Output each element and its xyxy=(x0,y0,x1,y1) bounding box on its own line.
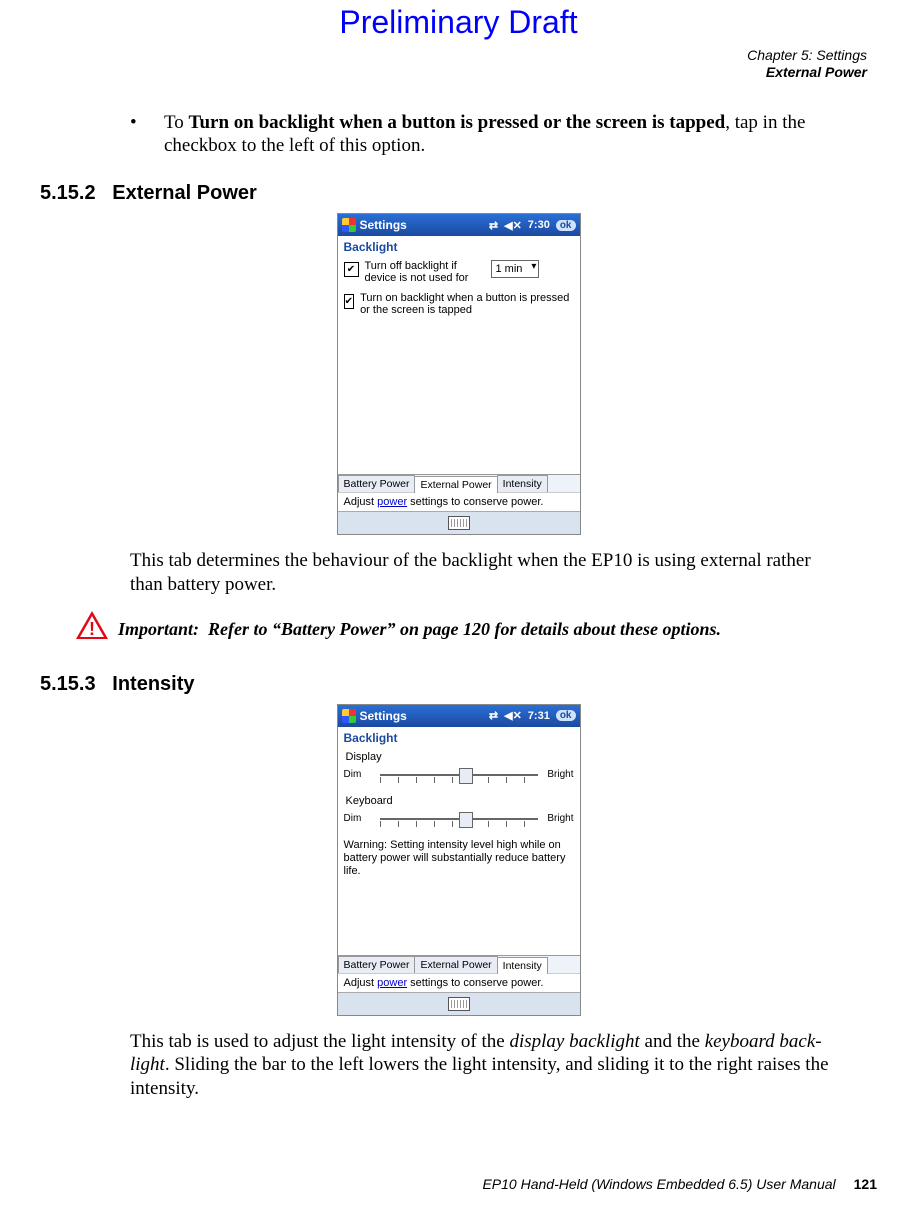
footer-manual-title: EP10 Hand-Held (Windows Embedded 6.5) Us… xyxy=(482,1176,835,1192)
section-heading-external-power: 5.15.2 External Power xyxy=(40,182,877,205)
wm-titlebar: Settings ⇄ ◀✕ 7:30 ok xyxy=(338,214,580,236)
paragraph-intensity: This tab is used to adjust the light int… xyxy=(130,1030,847,1101)
panel-title: Backlight xyxy=(338,236,580,256)
important-note: ! Important: Refer to “Battery Power” on… xyxy=(76,611,877,651)
wm-title: Settings xyxy=(360,709,407,723)
paragraph-external-power: This tab determines the behaviour of the… xyxy=(130,549,847,597)
tab-battery-power[interactable]: Battery Power xyxy=(338,956,416,973)
clock: 7:30 xyxy=(528,219,550,231)
clock: 7:31 xyxy=(528,710,550,722)
tab-external-power[interactable]: External Power xyxy=(414,476,497,493)
bright-label: Bright xyxy=(544,813,574,824)
tab-intensity[interactable]: Intensity xyxy=(497,957,548,974)
bullet-marker: • xyxy=(130,111,164,159)
wm-title: Settings xyxy=(360,218,407,232)
display-slider[interactable] xyxy=(380,765,538,785)
tab-external-power[interactable]: External Power xyxy=(414,956,497,973)
sip-bar xyxy=(338,511,580,534)
volume-icon: ◀✕ xyxy=(504,219,522,232)
volume-icon: ◀✕ xyxy=(504,709,522,722)
running-header: Chapter 5: Settings External Power xyxy=(40,47,867,81)
wm-titlebar: Settings ⇄ ◀✕ 7:31 ok xyxy=(338,705,580,727)
connectivity-icon: ⇄ xyxy=(489,709,498,722)
keyboard-slider[interactable] xyxy=(380,809,538,829)
checkbox-turnoff[interactable] xyxy=(344,262,359,277)
page-footer: EP10 Hand-Held (Windows Embedded 6.5) Us… xyxy=(482,1176,877,1192)
screenshot-intensity: Settings ⇄ ◀✕ 7:31 ok Backlight Display … xyxy=(337,704,581,1016)
tab-battery-power[interactable]: Battery Power xyxy=(338,475,416,492)
display-slider-thumb[interactable] xyxy=(459,768,473,784)
hint-bar: Adjust power settings to conserve power. xyxy=(338,973,580,992)
header-chapter: Chapter 5: Settings xyxy=(40,47,867,64)
bullet-item: • To Turn on backlight when a button is … xyxy=(130,111,847,159)
bright-label: Bright xyxy=(544,769,574,780)
bullet-text: To Turn on backlight when a button is pr… xyxy=(164,111,847,159)
option-turnon-label: Turn on backlight when a button is press… xyxy=(360,292,573,316)
keyboard-slider-thumb[interactable] xyxy=(459,812,473,828)
display-slider-label: Display xyxy=(344,751,574,763)
option-turnoff-label: Turn off backlight if device is not used… xyxy=(365,260,485,284)
dim-label: Dim xyxy=(344,769,374,780)
intensity-warning: Warning: Setting intensity level high wh… xyxy=(344,839,574,879)
preliminary-draft-heading: Preliminary Draft xyxy=(40,4,877,41)
tab-bar: Battery Power External Power Intensity xyxy=(338,955,580,973)
important-text: Refer to “Battery Power” on page 120 for… xyxy=(208,619,721,639)
start-icon xyxy=(342,709,356,723)
tab-intensity[interactable]: Intensity xyxy=(497,475,548,492)
sip-bar xyxy=(338,992,580,1015)
panel-title: Backlight xyxy=(338,727,580,747)
ok-button[interactable]: ok xyxy=(556,220,576,231)
keyboard-icon[interactable] xyxy=(448,516,470,530)
power-link[interactable]: power xyxy=(377,496,407,508)
dim-label: Dim xyxy=(344,813,374,824)
keyboard-slider-label: Keyboard xyxy=(344,795,574,807)
keyboard-icon[interactable] xyxy=(448,997,470,1011)
tab-bar: Battery Power External Power Intensity xyxy=(338,474,580,492)
header-section: External Power xyxy=(40,64,867,81)
important-label: Important: xyxy=(118,619,199,639)
power-link[interactable]: power xyxy=(377,977,407,989)
hint-bar: Adjust power settings to conserve power. xyxy=(338,492,580,511)
timeout-select[interactable]: 1 min xyxy=(491,260,540,278)
start-icon xyxy=(342,218,356,232)
connectivity-icon: ⇄ xyxy=(489,219,498,232)
ok-button[interactable]: ok xyxy=(556,710,576,721)
warning-icon: ! xyxy=(76,611,108,651)
screenshot-external-power: Settings ⇄ ◀✕ 7:30 ok Backlight Turn off… xyxy=(337,213,581,535)
checkbox-turnon[interactable] xyxy=(344,294,355,309)
page-number: 121 xyxy=(854,1176,877,1192)
section-heading-intensity: 5.15.3 Intensity xyxy=(40,673,877,696)
